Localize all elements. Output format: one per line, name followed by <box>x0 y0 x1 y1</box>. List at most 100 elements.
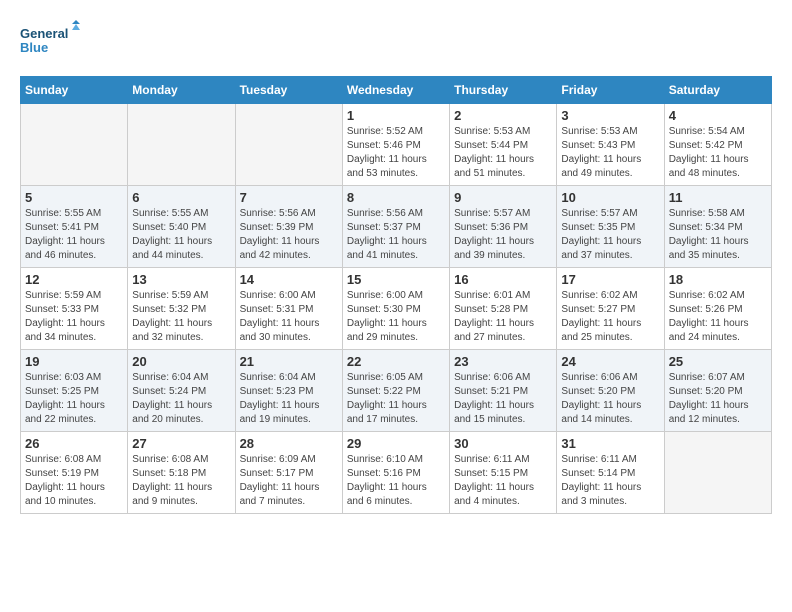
calendar-day-cell: 18 Sunrise: 6:02 AM Sunset: 5:26 PM Dayli… <box>664 268 771 350</box>
day-number: 9 <box>454 190 552 205</box>
day-info: Sunrise: 5:53 AM Sunset: 5:44 PM Dayligh… <box>454 125 552 181</box>
weekday-header-tuesday: Tuesday <box>235 77 342 104</box>
day-info: Sunrise: 6:02 AM Sunset: 5:27 PM Dayligh… <box>561 289 659 345</box>
day-number: 8 <box>347 190 445 205</box>
day-number: 25 <box>669 354 767 369</box>
day-number: 2 <box>454 108 552 123</box>
calendar-day-cell <box>664 432 771 514</box>
calendar-day-cell: 1Sunrise: 5:52 AM Sunset: 5:46 PM Daylig… <box>342 104 449 186</box>
calendar-day-cell: 29 Sunrise: 6:10 AM Sunset: 5:16 PM Dayli… <box>342 432 449 514</box>
calendar-day-cell: 11 Sunrise: 5:58 AM Sunset: 5:34 PM Dayli… <box>664 186 771 268</box>
weekday-header-thursday: Thursday <box>450 77 557 104</box>
day-number: 11 <box>669 190 767 205</box>
day-number: 20 <box>132 354 230 369</box>
day-info: Sunrise: 6:03 AM Sunset: 5:25 PM Dayligh… <box>25 371 123 427</box>
day-number: 15 <box>347 272 445 287</box>
calendar-day-cell: 21Sunrise: 6:04 AM Sunset: 5:23 PM Dayli… <box>235 350 342 432</box>
calendar-day-cell: 20 Sunrise: 6:04 AM Sunset: 5:24 PM Dayli… <box>128 350 235 432</box>
calendar-day-cell: 19 Sunrise: 6:03 AM Sunset: 5:25 PM Dayli… <box>21 350 128 432</box>
calendar-day-cell: 3 Sunrise: 5:53 AM Sunset: 5:43 PM Daylig… <box>557 104 664 186</box>
calendar-day-cell: 31 Sunrise: 6:11 AM Sunset: 5:14 PM Dayli… <box>557 432 664 514</box>
day-info: Sunrise: 6:08 AM Sunset: 5:19 PM Dayligh… <box>25 453 123 509</box>
day-number: 18 <box>669 272 767 287</box>
calendar-day-cell: 24 Sunrise: 6:06 AM Sunset: 5:20 PM Dayli… <box>557 350 664 432</box>
day-number: 24 <box>561 354 659 369</box>
page-header: General Blue <box>20 20 772 60</box>
day-number: 26 <box>25 436 123 451</box>
calendar-day-cell: 9 Sunrise: 5:57 AM Sunset: 5:36 PM Daylig… <box>450 186 557 268</box>
day-info: Sunrise: 6:11 AM Sunset: 5:15 PM Dayligh… <box>454 453 552 509</box>
day-number: 31 <box>561 436 659 451</box>
svg-text:General: General <box>20 26 68 41</box>
calendar-day-cell <box>128 104 235 186</box>
day-number: 3 <box>561 108 659 123</box>
day-info: Sunrise: 5:58 AM Sunset: 5:34 PM Dayligh… <box>669 207 767 263</box>
calendar-day-cell: 2 Sunrise: 5:53 AM Sunset: 5:44 PM Daylig… <box>450 104 557 186</box>
svg-text:Blue: Blue <box>20 40 48 55</box>
calendar-header-row: SundayMondayTuesdayWednesdayThursdayFrid… <box>21 77 772 104</box>
day-number: 23 <box>454 354 552 369</box>
logo-svg: General Blue <box>20 20 80 60</box>
day-info: Sunrise: 6:06 AM Sunset: 5:21 PM Dayligh… <box>454 371 552 427</box>
calendar-day-cell: 16 Sunrise: 6:01 AM Sunset: 5:28 PM Dayli… <box>450 268 557 350</box>
day-number: 28 <box>240 436 338 451</box>
day-number: 14 <box>240 272 338 287</box>
calendar-week-row: 19 Sunrise: 6:03 AM Sunset: 5:25 PM Dayli… <box>21 350 772 432</box>
calendar-week-row: 12 Sunrise: 5:59 AM Sunset: 5:33 PM Dayli… <box>21 268 772 350</box>
day-info: Sunrise: 5:54 AM Sunset: 5:42 PM Dayligh… <box>669 125 767 181</box>
day-info: Sunrise: 6:11 AM Sunset: 5:14 PM Dayligh… <box>561 453 659 509</box>
calendar-day-cell: 12 Sunrise: 5:59 AM Sunset: 5:33 PM Dayli… <box>21 268 128 350</box>
day-info: Sunrise: 6:01 AM Sunset: 5:28 PM Dayligh… <box>454 289 552 345</box>
day-number: 7 <box>240 190 338 205</box>
calendar-day-cell: 13 Sunrise: 5:59 AM Sunset: 5:32 PM Dayli… <box>128 268 235 350</box>
calendar-day-cell: 14Sunrise: 6:00 AM Sunset: 5:31 PM Dayli… <box>235 268 342 350</box>
day-info: Sunrise: 6:05 AM Sunset: 5:22 PM Dayligh… <box>347 371 445 427</box>
day-info: Sunrise: 6:09 AM Sunset: 5:17 PM Dayligh… <box>240 453 338 509</box>
day-number: 6 <box>132 190 230 205</box>
day-number: 30 <box>454 436 552 451</box>
calendar-day-cell: 10Sunrise: 5:57 AM Sunset: 5:35 PM Dayli… <box>557 186 664 268</box>
day-info: Sunrise: 6:00 AM Sunset: 5:30 PM Dayligh… <box>347 289 445 345</box>
day-number: 27 <box>132 436 230 451</box>
weekday-header-wednesday: Wednesday <box>342 77 449 104</box>
day-number: 4 <box>669 108 767 123</box>
day-info: Sunrise: 6:10 AM Sunset: 5:16 PM Dayligh… <box>347 453 445 509</box>
calendar-day-cell: 6 Sunrise: 5:55 AM Sunset: 5:40 PM Daylig… <box>128 186 235 268</box>
weekday-header-saturday: Saturday <box>664 77 771 104</box>
day-number: 12 <box>25 272 123 287</box>
calendar-day-cell: 27 Sunrise: 6:08 AM Sunset: 5:18 PM Dayli… <box>128 432 235 514</box>
day-info: Sunrise: 5:53 AM Sunset: 5:43 PM Dayligh… <box>561 125 659 181</box>
calendar-day-cell: 28 Sunrise: 6:09 AM Sunset: 5:17 PM Dayli… <box>235 432 342 514</box>
calendar-day-cell: 23 Sunrise: 6:06 AM Sunset: 5:21 PM Dayli… <box>450 350 557 432</box>
day-info: Sunrise: 6:02 AM Sunset: 5:26 PM Dayligh… <box>669 289 767 345</box>
logo: General Blue <box>20 20 80 60</box>
day-info: Sunrise: 5:59 AM Sunset: 5:32 PM Dayligh… <box>132 289 230 345</box>
day-number: 29 <box>347 436 445 451</box>
calendar-day-cell: 4 Sunrise: 5:54 AM Sunset: 5:42 PM Daylig… <box>664 104 771 186</box>
day-info: Sunrise: 5:59 AM Sunset: 5:33 PM Dayligh… <box>25 289 123 345</box>
day-info: Sunrise: 5:55 AM Sunset: 5:40 PM Dayligh… <box>132 207 230 263</box>
weekday-header-sunday: Sunday <box>21 77 128 104</box>
calendar-day-cell <box>235 104 342 186</box>
day-info: Sunrise: 5:52 AM Sunset: 5:46 PM Dayligh… <box>347 125 445 181</box>
day-number: 16 <box>454 272 552 287</box>
day-info: Sunrise: 6:04 AM Sunset: 5:24 PM Dayligh… <box>132 371 230 427</box>
day-info: Sunrise: 6:08 AM Sunset: 5:18 PM Dayligh… <box>132 453 230 509</box>
calendar-week-row: 1Sunrise: 5:52 AM Sunset: 5:46 PM Daylig… <box>21 104 772 186</box>
calendar-day-cell: 30 Sunrise: 6:11 AM Sunset: 5:15 PM Dayli… <box>450 432 557 514</box>
day-info: Sunrise: 5:57 AM Sunset: 5:36 PM Dayligh… <box>454 207 552 263</box>
calendar-day-cell: 15 Sunrise: 6:00 AM Sunset: 5:30 PM Dayli… <box>342 268 449 350</box>
calendar-day-cell: 25 Sunrise: 6:07 AM Sunset: 5:20 PM Dayli… <box>664 350 771 432</box>
day-number: 13 <box>132 272 230 287</box>
day-info: Sunrise: 5:55 AM Sunset: 5:41 PM Dayligh… <box>25 207 123 263</box>
calendar-day-cell: 8 Sunrise: 5:56 AM Sunset: 5:37 PM Daylig… <box>342 186 449 268</box>
calendar-table: SundayMondayTuesdayWednesdayThursdayFrid… <box>20 76 772 514</box>
day-number: 21 <box>240 354 338 369</box>
day-info: Sunrise: 6:06 AM Sunset: 5:20 PM Dayligh… <box>561 371 659 427</box>
day-info: Sunrise: 6:07 AM Sunset: 5:20 PM Dayligh… <box>669 371 767 427</box>
day-info: Sunrise: 5:56 AM Sunset: 5:37 PM Dayligh… <box>347 207 445 263</box>
day-number: 19 <box>25 354 123 369</box>
day-number: 17 <box>561 272 659 287</box>
calendar-week-row: 26 Sunrise: 6:08 AM Sunset: 5:19 PM Dayli… <box>21 432 772 514</box>
day-number: 5 <box>25 190 123 205</box>
